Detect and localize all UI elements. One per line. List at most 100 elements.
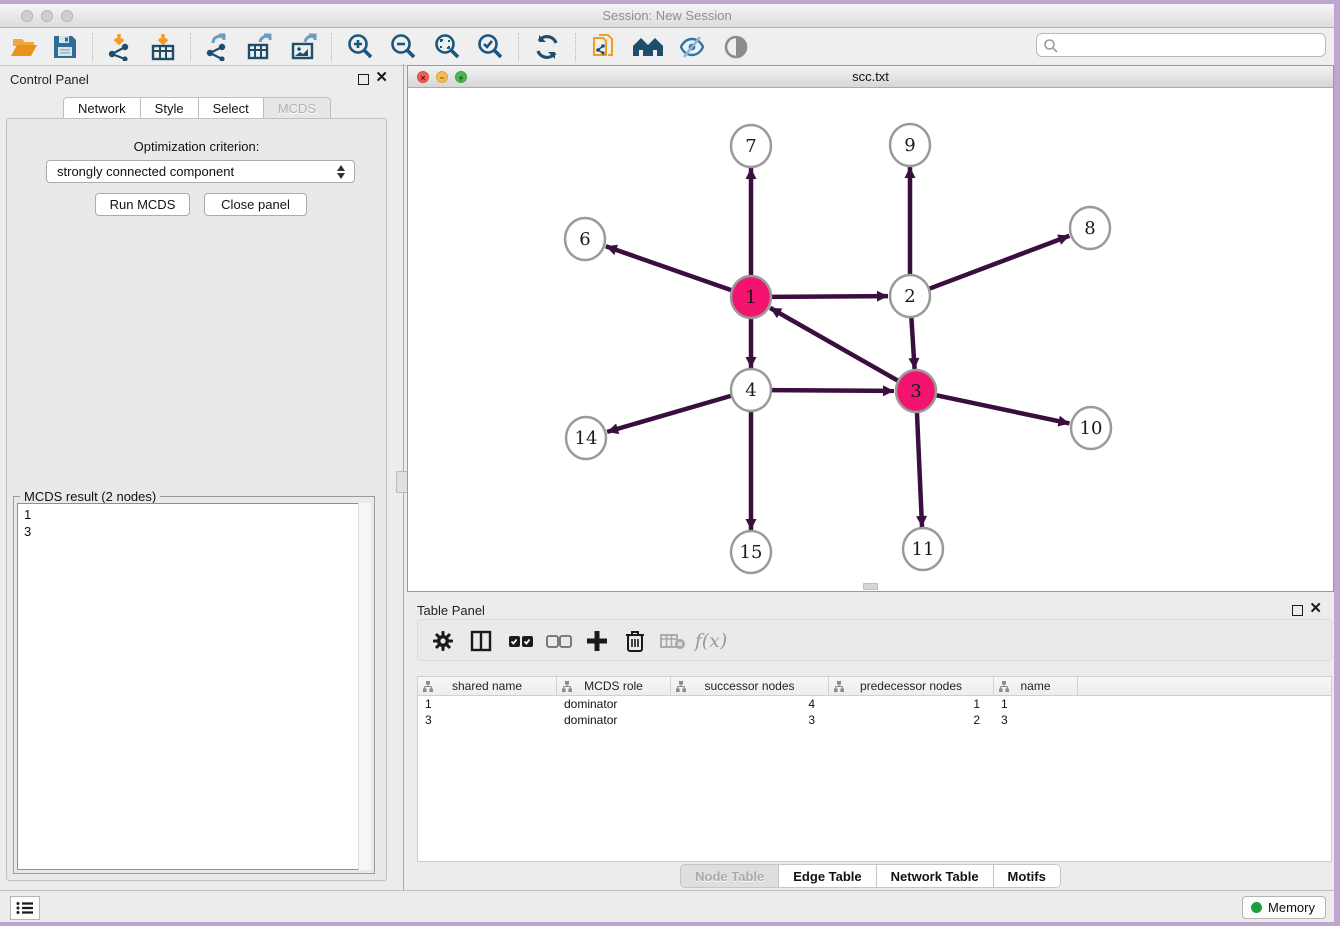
zoom-out-button[interactable] [384, 31, 422, 63]
network-graph[interactable]: 7968124314101511 [408, 88, 1333, 591]
run-mcds-button[interactable]: Run MCDS [95, 193, 190, 216]
search-input[interactable] [1061, 35, 1321, 55]
table-cell[interactable]: 3 [671, 712, 829, 728]
result-scrollbar[interactable] [358, 503, 371, 870]
memory-button[interactable]: Memory [1242, 896, 1326, 919]
clone-network-icon [590, 33, 618, 61]
tab-motifs[interactable]: Motifs [994, 864, 1061, 888]
open-file-button[interactable] [6, 31, 44, 63]
search-box [1036, 33, 1326, 57]
search-icon [1043, 38, 1059, 54]
cytoscape-window: Session: New Session [0, 4, 1334, 922]
close-panel-button[interactable]: Close panel [204, 193, 307, 216]
tab-node-table[interactable]: Node Table [680, 864, 779, 888]
tab-style[interactable]: Style [141, 97, 199, 119]
toolbar-separator [92, 33, 93, 61]
mcds-result-text[interactable]: 1 3 [17, 503, 371, 870]
column-header-shared-name[interactable]: shared name [418, 677, 557, 696]
export-table-button[interactable] [241, 31, 279, 63]
status-bar: Memory [0, 890, 1334, 922]
table-cell[interactable]: dominator [557, 696, 671, 712]
export-network-button[interactable] [198, 31, 236, 63]
network-canvas[interactable]: 7968124314101511 [408, 88, 1333, 591]
task-history-button[interactable] [10, 896, 40, 920]
table-cell[interactable]: 1 [994, 696, 1078, 712]
column-header-name[interactable]: name [994, 677, 1078, 696]
list-icon [16, 901, 34, 915]
tab-edge-table[interactable]: Edge Table [779, 864, 876, 888]
table-settings-button[interactable] [426, 625, 460, 657]
close-panel-icon[interactable]: ✕ [375, 69, 388, 87]
table-cell[interactable]: 2 [829, 712, 994, 728]
column-type-icon [834, 681, 844, 692]
tab-network-table[interactable]: Network Table [877, 864, 994, 888]
network-resize-grip[interactable] [863, 583, 878, 590]
add-column-button[interactable] [580, 625, 614, 657]
import-network-button[interactable] [100, 31, 138, 63]
delete-table-button[interactable] [656, 625, 690, 657]
import-table-button[interactable] [144, 31, 182, 63]
graph-edge-2-3[interactable] [911, 317, 914, 369]
graph-edge-4-14[interactable] [607, 396, 731, 432]
table-close-icon[interactable]: ✕ [1309, 600, 1322, 618]
show-panel-button[interactable] [717, 31, 755, 63]
tab-network[interactable]: Network [63, 97, 141, 119]
gear-icon [431, 629, 455, 653]
column-header-label: shared name [452, 679, 522, 693]
criterion-value: strongly connected component [57, 164, 234, 179]
table-row[interactable]: 1dominator411 [418, 696, 1331, 712]
trash-icon [624, 629, 646, 653]
float-panel-icon[interactable] [358, 74, 369, 85]
optimization-criterion-label: Optimization criterion: [7, 139, 386, 154]
control-panel-title: Control Panel [10, 72, 89, 87]
function-builder-button[interactable]: f(x) [694, 625, 728, 657]
graph-node-label: 10 [1080, 418, 1103, 439]
clone-network-button[interactable] [585, 31, 623, 63]
export-image-button[interactable] [285, 31, 323, 63]
export-table-icon [246, 33, 274, 61]
tab-mcds[interactable]: MCDS [264, 97, 331, 119]
refresh-icon [533, 33, 561, 61]
graph-node-label: 1 [745, 287, 756, 308]
tab-select[interactable]: Select [199, 97, 264, 119]
column-selector-button[interactable] [464, 625, 498, 657]
table-cell[interactable]: 1 [418, 696, 557, 712]
home-layout-button[interactable] [629, 31, 667, 63]
graph-edge-2-8[interactable] [930, 236, 1070, 289]
table-cell[interactable]: 1 [829, 696, 994, 712]
zoom-out-icon [389, 33, 417, 61]
graph-node-label: 15 [740, 542, 763, 563]
graph-edge-3-10[interactable] [937, 395, 1070, 423]
graph-edge-4-3[interactable] [772, 390, 894, 391]
graph-edge-1-6[interactable] [606, 246, 731, 290]
column-header-MCDS-role[interactable]: MCDS role [557, 677, 671, 696]
table-float-icon[interactable] [1292, 605, 1303, 616]
zoom-in-button[interactable] [341, 31, 379, 63]
zoom-fit-button[interactable] [428, 31, 466, 63]
export-image-icon [290, 33, 318, 61]
table-cell[interactable]: 3 [418, 712, 557, 728]
save-icon [52, 34, 78, 60]
column-header-successor-nodes[interactable]: successor nodes [671, 677, 829, 696]
column-header-predecessor-nodes[interactable]: predecessor nodes [829, 677, 994, 696]
table-row[interactable]: 3dominator323 [418, 712, 1331, 728]
select-all-button[interactable] [504, 625, 538, 657]
table-cell[interactable]: 3 [994, 712, 1078, 728]
node-table[interactable]: shared name MCDS rolesuccessor nodes prede… [417, 676, 1332, 862]
graph-edge-3-1[interactable] [770, 308, 898, 381]
zoom-selected-button[interactable] [471, 31, 509, 63]
criterion-select[interactable]: strongly connected component [46, 160, 355, 183]
control-panel-tabs: NetworkStyleSelectMCDS [0, 97, 394, 119]
refresh-layout-button[interactable] [528, 31, 566, 63]
save-session-button[interactable] [46, 31, 84, 63]
hide-panel-button[interactable] [673, 31, 711, 63]
delete-column-button[interactable] [618, 625, 652, 657]
column-header-label: predecessor nodes [860, 679, 962, 693]
graph-edge-3-11[interactable] [917, 412, 922, 527]
table-cell[interactable]: dominator [557, 712, 671, 728]
graph-edge-1-2[interactable] [772, 296, 888, 297]
app-title: Session: New Session [0, 8, 1334, 23]
table-cell[interactable]: 4 [671, 696, 829, 712]
deselect-all-button[interactable] [542, 625, 576, 657]
import-network-icon [105, 33, 133, 61]
